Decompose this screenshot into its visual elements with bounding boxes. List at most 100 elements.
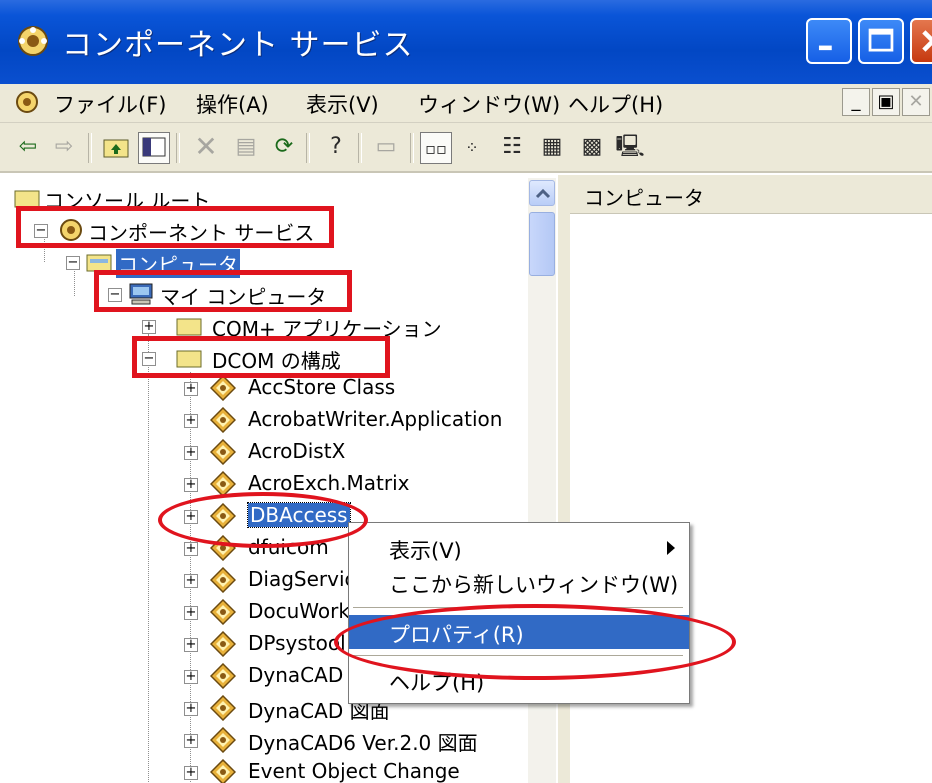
tree-item-dcom-object[interactable]: + DynaCAD6 Ver.2.0 図面: [178, 724, 558, 756]
expand-toggle[interactable]: +: [184, 734, 198, 748]
context-menu-new-window[interactable]: ここから新しいウィンドウ(W): [349, 565, 689, 599]
dcom-component-icon: [210, 631, 236, 657]
window-title: コンポーネント サービス: [62, 28, 414, 63]
expand-toggle[interactable]: +: [184, 638, 198, 652]
close-icon: [922, 30, 932, 52]
dcom-component-icon: [210, 727, 236, 753]
dcom-component-icon: [210, 407, 236, 433]
menu-file[interactable]: ファイル(F): [54, 89, 166, 119]
expand-toggle[interactable]: +: [184, 702, 198, 716]
new-window-button[interactable]: ▭: [370, 132, 402, 164]
large-icons-view-icon: ▫▫: [425, 139, 447, 158]
expand-toggle[interactable]: +: [184, 670, 198, 684]
detail-view-icon: ▦: [541, 134, 563, 159]
dcom-component-icon: [210, 663, 236, 689]
back-arrow-icon: ⇦: [18, 134, 38, 159]
dcom-component-icon: [210, 695, 236, 721]
tree-item-dcom-object[interactable]: + AcroDistX: [178, 436, 558, 468]
delete-button[interactable]: ✕: [190, 132, 222, 164]
mdi-restore-button[interactable]: ▣: [872, 88, 900, 116]
properties-button[interactable]: ▤: [230, 132, 262, 164]
detail-alt-view-icon: ▩: [581, 134, 603, 159]
expand-toggle[interactable]: +: [184, 606, 198, 620]
new-window-icon: ▭: [375, 134, 397, 159]
tree-label: DocuWork: [248, 599, 350, 623]
tree-label: DynaCAD: [248, 663, 344, 687]
minimize-button[interactable]: [806, 18, 852, 64]
expand-toggle[interactable]: +: [184, 446, 198, 460]
annotation-oval-dbaccess: [158, 492, 368, 548]
annotation-box-component-services: [16, 206, 334, 248]
list-view-icon: ☷: [502, 134, 522, 159]
expand-toggle[interactable]: +: [184, 574, 198, 588]
tree-label: DiagServic: [248, 567, 356, 591]
up-one-level-button[interactable]: [100, 132, 132, 164]
expand-toggle[interactable]: +: [184, 414, 198, 428]
expand-toggle[interactable]: +: [184, 766, 198, 780]
title-bar[interactable]: コンポーネント サービス: [0, 0, 932, 84]
dcom-component-icon: [210, 599, 236, 625]
menu-action[interactable]: 操作(A): [196, 89, 269, 119]
console-menu-icon[interactable]: [14, 89, 40, 115]
expand-toggle[interactable]: +: [142, 320, 156, 334]
maximize-button[interactable]: [858, 18, 904, 64]
minimize-icon: _: [851, 91, 861, 112]
tree-label: AcroDistX: [248, 439, 346, 463]
refresh-button[interactable]: ⟳: [268, 132, 300, 164]
result-pane-header: コンピュータ: [570, 175, 932, 214]
chevron-up-icon: [535, 188, 551, 199]
dcom-component-icon: [210, 375, 236, 401]
mdi-minimize-button[interactable]: _: [842, 88, 870, 116]
small-icons-button[interactable]: ⁘: [456, 132, 488, 164]
large-icons-button[interactable]: ▫▫: [420, 132, 452, 164]
expand-toggle[interactable]: +: [184, 382, 198, 396]
delete-x-icon: ✕: [194, 130, 218, 163]
help-button[interactable]: ?: [320, 132, 352, 164]
show-hide-tree-button[interactable]: [138, 132, 170, 164]
computer-button[interactable]: 🖳: [614, 132, 646, 164]
close-button[interactable]: [910, 18, 932, 64]
menu-help[interactable]: ヘルプ(H): [568, 89, 663, 119]
tree-item-dcom-object[interactable]: + AcrobatWriter.Application: [178, 404, 558, 436]
menu-bar: ファイル(F) 操作(A) 表示(V) ウィンドウ(W) ヘルプ(H) _ ▣ …: [0, 84, 932, 123]
annotation-oval-properties: [334, 604, 736, 680]
expand-toggle[interactable]: +: [184, 478, 198, 492]
mdi-close-button[interactable]: ✕: [902, 88, 930, 116]
scroll-up-button[interactable]: [529, 180, 555, 206]
scroll-thumb[interactable]: [529, 212, 555, 276]
toolbar: ⇦ ⇨ ✕ ▤ ⟳ ? ▭ ▫▫ ⁘ ☷ ▦ ▩ 🖳: [0, 123, 932, 173]
component-services-window: コンポーネント サービス ファイル(F) 操作(A) 表示(V) ウィンドウ(W…: [0, 0, 932, 783]
computer-icon: 🖳: [615, 134, 645, 159]
forward-button[interactable]: ⇨: [48, 132, 80, 164]
tree-label: Event Object Change: [248, 759, 460, 783]
restore-icon: ▣: [877, 91, 895, 112]
console-tree-icon: [142, 137, 166, 157]
result-pane-title: コンピュータ: [584, 186, 704, 210]
menu-view[interactable]: 表示(V): [306, 89, 379, 119]
toolbar-separator: [358, 133, 362, 163]
toolbar-separator: [88, 133, 92, 163]
tree-label: DynaCAD6 Ver.2.0 図面: [248, 731, 478, 755]
tree-label: AccStore Class: [248, 375, 396, 399]
minimize-icon: [818, 45, 832, 51]
detail-view-button[interactable]: ▦: [536, 132, 568, 164]
collapse-toggle[interactable]: −: [66, 256, 80, 270]
detail-alt-view-button[interactable]: ▩: [576, 132, 608, 164]
maximize-icon: [868, 28, 894, 52]
back-button[interactable]: ⇦: [12, 132, 44, 164]
folder-up-icon: [103, 139, 129, 158]
menu-window[interactable]: ウィンドウ(W): [418, 89, 560, 119]
list-view-button[interactable]: ☷: [496, 132, 528, 164]
tree-label: AcrobatWriter.Application: [248, 407, 503, 431]
context-menu-label: 表示(V): [389, 539, 462, 563]
dcom-component-icon: [210, 759, 236, 783]
submenu-arrow-icon: [667, 541, 675, 555]
tree-item-dcom-object[interactable]: + Event Object Change: [178, 756, 558, 783]
annotation-box-my-computer: [94, 270, 352, 312]
context-menu-view[interactable]: 表示(V): [349, 531, 689, 565]
help-icon: ?: [330, 134, 342, 159]
context-menu-label: ここから新しいウィンドウ(W): [389, 573, 679, 597]
toolbar-separator: [176, 133, 180, 163]
dcom-component-icon: [210, 567, 236, 593]
expand-toggle[interactable]: +: [184, 542, 198, 556]
